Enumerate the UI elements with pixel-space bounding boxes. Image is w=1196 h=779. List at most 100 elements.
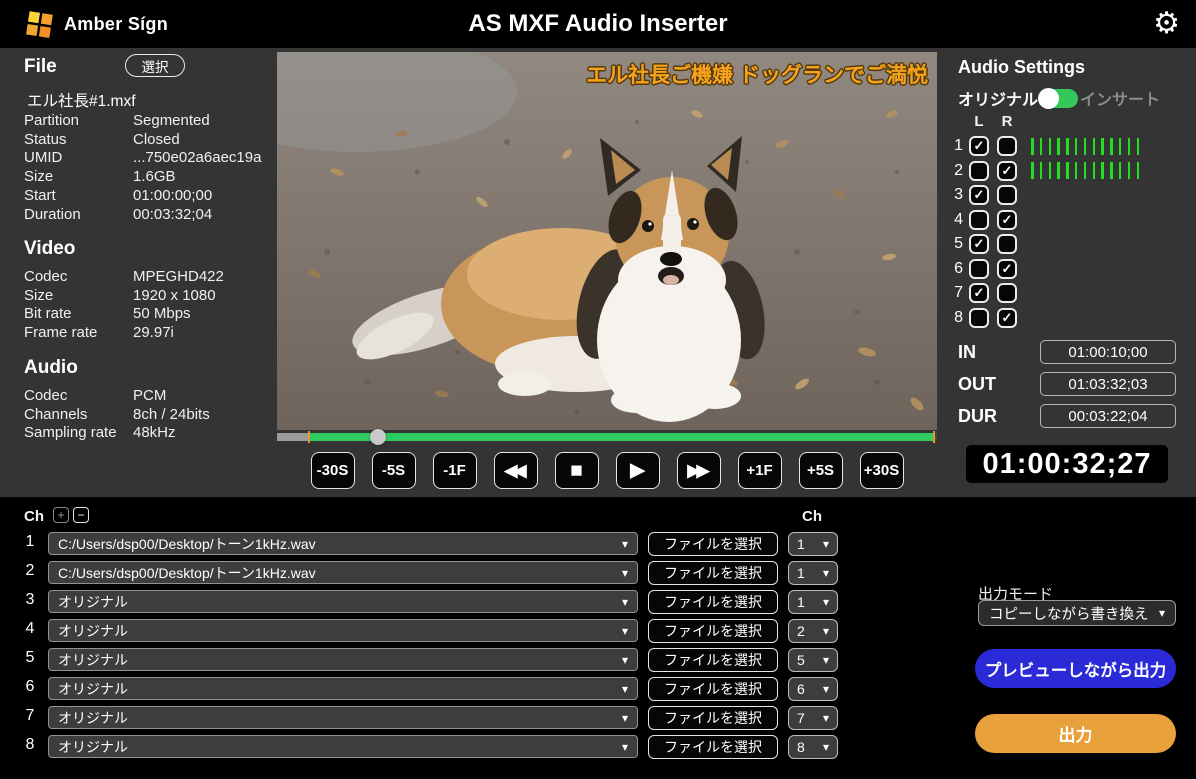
row-number: 6: [20, 678, 40, 696]
chevron-down-icon: ▾: [622, 537, 628, 551]
rewind-icon: ◀◀: [504, 462, 526, 479]
meter-bar: [1119, 162, 1122, 179]
file-select-button[interactable]: ファイルを選択: [648, 677, 778, 701]
channel-6-right-checkbox[interactable]: ✓: [997, 259, 1017, 279]
channel-7-right-checkbox[interactable]: [997, 283, 1017, 303]
remove-channel-button[interactable]: −: [73, 507, 89, 523]
file-select-button[interactable]: ファイルを選択: [648, 561, 778, 585]
source-dropdown[interactable]: オリジナル▾: [48, 677, 638, 700]
original-insert-toggle[interactable]: [1040, 89, 1078, 108]
channel-2-left-checkbox[interactable]: [969, 161, 989, 181]
export-button[interactable]: 出力: [975, 714, 1176, 753]
meter-bar: [1066, 162, 1069, 179]
dur-timecode-field[interactable]: 00:03:22;04: [1040, 404, 1176, 428]
right-column-header: R: [997, 113, 1017, 130]
out-timecode-field[interactable]: 01:03:32;03: [1040, 372, 1176, 396]
target-channel-dropdown[interactable]: 8▾: [788, 735, 838, 759]
file-select-button[interactable]: ファイルを選択: [648, 619, 778, 643]
channel-1-left-checkbox[interactable]: ✓: [969, 136, 989, 156]
gear-icon[interactable]: ⚙: [1153, 4, 1180, 44]
transport-minus-5s-button[interactable]: -5S: [372, 452, 416, 489]
fast-forward-icon: ▶▶: [687, 462, 709, 479]
transport-plus-30s-button[interactable]: +30S: [860, 452, 904, 489]
file-select-pill-button[interactable]: 選択: [125, 54, 185, 77]
transport-rewind-button[interactable]: ◀◀: [494, 452, 538, 489]
chevron-down-icon: ▾: [823, 653, 829, 667]
ch-label: Ch: [24, 508, 44, 525]
channel-5-left-checkbox[interactable]: ✓: [969, 234, 989, 254]
target-channel-dropdown[interactable]: 1▾: [788, 561, 838, 585]
channel-7-left-checkbox[interactable]: ✓: [969, 283, 989, 303]
transport-plus-1f-button[interactable]: +1F: [738, 452, 782, 489]
channel-number: 5: [941, 235, 963, 253]
video-info-list: CodecMPEGHD422Size1920 x 1080Bit rate50 …: [24, 267, 270, 342]
info-label: Size: [24, 168, 133, 185]
meter-bar: [1049, 138, 1052, 155]
info-row: Channels8ch / 24bits: [24, 405, 270, 424]
source-dropdown[interactable]: C:/Users/dsp00/Desktop/トーン1kHz.wav▾: [48, 532, 638, 555]
channel-1-right-checkbox[interactable]: [997, 136, 1017, 156]
play-icon: ▶: [630, 461, 645, 480]
meter-bar: [1075, 162, 1078, 179]
file-select-button[interactable]: ファイルを選択: [648, 590, 778, 614]
in-timecode-field[interactable]: 01:00:10;00: [1040, 340, 1176, 364]
source-dropdown[interactable]: オリジナル▾: [48, 706, 638, 729]
source-dropdown[interactable]: オリジナル▾: [48, 619, 638, 642]
channel-3-right-checkbox[interactable]: [997, 185, 1017, 205]
chevron-down-icon: ▾: [1159, 606, 1165, 620]
chevron-down-icon: ▾: [823, 740, 829, 754]
channel-4-right-checkbox[interactable]: ✓: [997, 210, 1017, 230]
file-select-button[interactable]: ファイルを選択: [648, 648, 778, 672]
channel-8-right-checkbox[interactable]: ✓: [997, 308, 1017, 328]
source-dropdown[interactable]: C:/Users/dsp00/Desktop/トーン1kHz.wav▾: [48, 561, 638, 584]
video-overlay-caption: エル社長ご機嫌 ドッグランでご満悦: [586, 59, 928, 89]
chevron-down-icon: ▾: [823, 537, 829, 551]
file-select-button[interactable]: ファイルを選択: [648, 735, 778, 759]
preview-output-button[interactable]: プレビューしながら出力: [975, 649, 1176, 688]
transport-fast-forward-button[interactable]: ▶▶: [677, 452, 721, 489]
info-row: Sampling rate48kHz: [24, 424, 270, 443]
transport-plus-5s-button[interactable]: +5S: [799, 452, 843, 489]
file-select-button[interactable]: ファイルを選択: [648, 532, 778, 556]
transport-minus-30s-button[interactable]: -30S: [311, 452, 355, 489]
audio-settings-heading: Audio Settings: [958, 57, 1085, 78]
meter-bar: [1128, 162, 1131, 179]
target-channel-dropdown[interactable]: 2▾: [788, 619, 838, 643]
channel-number: 6: [941, 260, 963, 278]
transport-play-button[interactable]: ▶: [616, 452, 660, 489]
plus-5s-label: +5S: [807, 462, 834, 479]
channel-4-left-checkbox[interactable]: [969, 210, 989, 230]
transport-controls: -30S-5S-1F◀◀■▶▶▶+1F+5S+30S: [277, 452, 937, 489]
info-value: MPEGHD422: [133, 268, 270, 285]
channel-2-right-checkbox[interactable]: ✓: [997, 161, 1017, 181]
chevron-down-icon: ▾: [622, 624, 628, 638]
target-channel-dropdown[interactable]: 7▾: [788, 706, 838, 730]
transport-stop-button[interactable]: ■: [555, 452, 599, 489]
main-panel: File 選択 エル社長#1.mxf PartitionSegmentedSta…: [0, 48, 1196, 497]
target-channel-dropdown[interactable]: 6▾: [788, 677, 838, 701]
source-dropdown[interactable]: オリジナル▾: [48, 590, 638, 613]
channel-8-left-checkbox[interactable]: [969, 308, 989, 328]
output-mode-dropdown[interactable]: コピーしながら書き換え ▾: [978, 600, 1176, 626]
info-value: 00:03:32;04: [133, 206, 270, 223]
target-channel-dropdown[interactable]: 1▾: [788, 590, 838, 614]
target-channel-value: 1: [797, 565, 805, 581]
source-dropdown[interactable]: オリジナル▾: [48, 735, 638, 758]
target-channel-dropdown[interactable]: 1▾: [788, 532, 838, 556]
channel-row: 6✓: [941, 259, 1139, 279]
row-number: 7: [20, 707, 40, 725]
transport-minus-1f-button[interactable]: -1F: [433, 452, 477, 489]
add-channel-button[interactable]: +: [53, 507, 69, 523]
channel-3-left-checkbox[interactable]: ✓: [969, 185, 989, 205]
source-dropdown[interactable]: オリジナル▾: [48, 648, 638, 671]
target-channel-value: 6: [797, 681, 805, 697]
channel-5-right-checkbox[interactable]: [997, 234, 1017, 254]
video-preview[interactable]: エル社長ご機嫌 ドッグランでご満悦: [277, 52, 937, 430]
out-label: OUT: [958, 374, 1040, 395]
seek-bar[interactable]: [277, 432, 937, 442]
seek-thumb[interactable]: [370, 429, 386, 445]
file-select-button[interactable]: ファイルを選択: [648, 706, 778, 730]
target-channel-dropdown[interactable]: 5▾: [788, 648, 838, 672]
channel-6-left-checkbox[interactable]: [969, 259, 989, 279]
target-channel-value: 8: [797, 739, 805, 755]
